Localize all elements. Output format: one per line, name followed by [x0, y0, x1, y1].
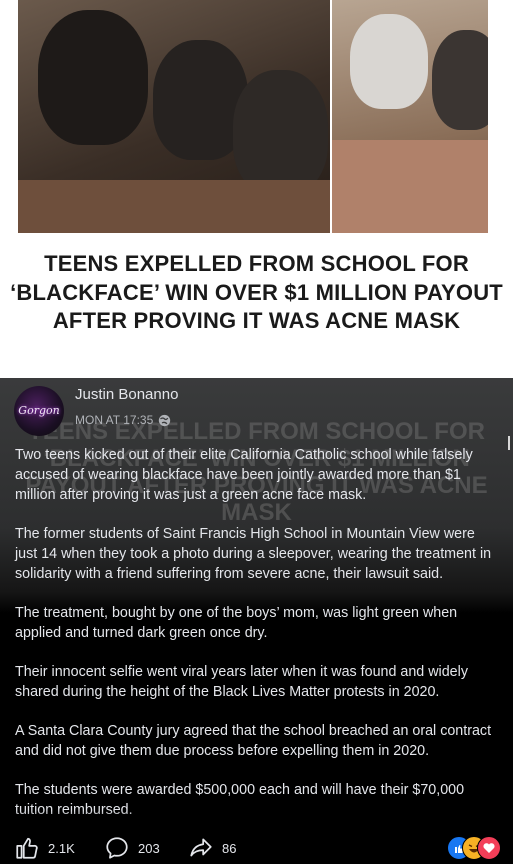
post-paragraph: Two teens kicked out of their elite Cali… — [15, 447, 473, 503]
share-count: 86 — [222, 840, 237, 856]
teens-photo-left — [18, 0, 330, 233]
shared-image-card[interactable]: TEENS EXPELLED FROM SCHOOL FOR ‘BLACKFAC… — [0, 0, 513, 378]
share-button[interactable]: 86 — [188, 835, 236, 861]
post-timestamp[interactable]: MON AT 17:35 — [75, 413, 153, 427]
post-paragraph: The treatment, bought by one of the boys… — [15, 605, 458, 641]
share-arrow-icon — [190, 838, 212, 857]
love-reaction-icon — [477, 836, 501, 860]
post-paragraph: The former students of Saint Francis Hig… — [15, 526, 492, 582]
post-body: TEENS EXPELLED FROM SCHOOL FOR ‘BLACKFAC… — [0, 378, 513, 863]
post-meta: MON AT 17:35 — [75, 413, 171, 427]
avatar[interactable]: Gorgon — [14, 386, 64, 436]
post-paragraph: A Santa Clara County jury agreed that th… — [15, 723, 492, 759]
reaction-summary[interactable] — [447, 836, 501, 860]
thumbs-up-icon — [16, 837, 38, 859]
like-button[interactable]: 2.1K — [14, 835, 75, 861]
post-paragraph: Their innocent selfie went viral years l… — [15, 664, 468, 700]
comment-bubble-icon — [106, 837, 128, 859]
avatar-logo-text: Gorgon — [18, 404, 60, 417]
comment-button[interactable]: 203 — [104, 835, 160, 861]
action-bar: 2.1K 203 86 — [0, 832, 513, 863]
teens-photo-right — [332, 0, 488, 233]
post-text: Two teens kicked out of their elite Cali… — [15, 445, 500, 839]
text-fade — [0, 810, 513, 830]
author-name[interactable]: Justin Bonanno — [75, 386, 178, 403]
comment-count: 203 — [138, 840, 160, 856]
globe-icon — [159, 414, 171, 426]
article-headline: TEENS EXPELLED FROM SCHOOL FOR ‘BLACKFAC… — [10, 251, 503, 333]
scroll-indicator — [508, 436, 510, 450]
like-count: 2.1K — [48, 840, 75, 856]
